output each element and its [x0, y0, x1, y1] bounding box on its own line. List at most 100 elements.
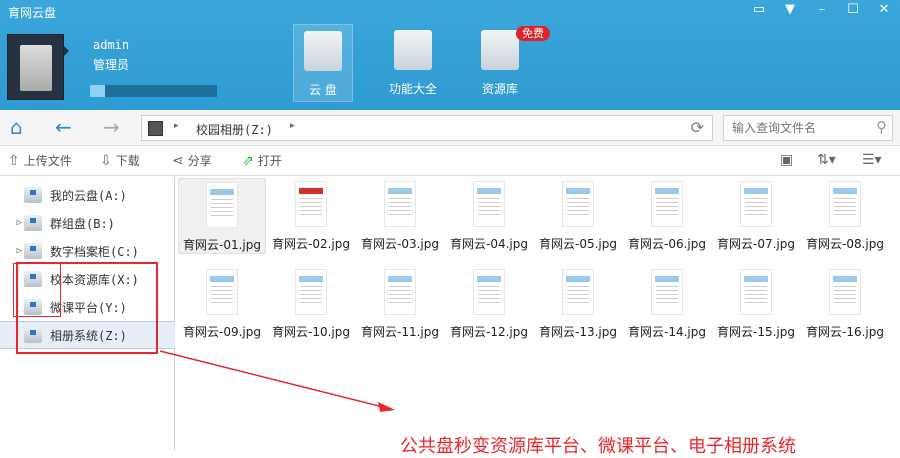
path-current[interactable]: 校园相册(Z:)	[196, 121, 273, 138]
open-button[interactable]: ⇗ 打开	[242, 152, 282, 169]
file-name: 育网云-14.jpg	[628, 325, 706, 339]
navigation-bar: ⌂ ← → ▸ 校园相册(Z:) ▸ ⟳ ⚲	[0, 110, 900, 146]
file-tile[interactable]: 育网云-11.jpg	[356, 266, 444, 342]
file-tile[interactable]: 育网云-08.jpg	[801, 178, 889, 254]
toolbar: ⇧ 上传文件 ⇩ 下载 ⋖ 分享 ⇗ 打开 ▣ ⇅▾ ☰▾	[0, 146, 900, 176]
expand-icon[interactable]: ▷	[0, 218, 24, 228]
file-name: 育网云-08.jpg	[806, 237, 884, 251]
resource-box-icon	[481, 30, 519, 70]
image-thumbnail	[740, 181, 772, 227]
sort-icon[interactable]: ⇅▾	[817, 152, 836, 168]
image-thumbnail	[384, 269, 416, 315]
view-mode-icon[interactable]: ☰▾	[862, 152, 882, 168]
image-thumbnail	[651, 269, 683, 315]
close-icon[interactable]: ✕	[873, 2, 895, 20]
nav-features[interactable]: 功能大全	[383, 24, 443, 102]
file-name: 育网云-02.jpg	[272, 237, 350, 251]
avatar[interactable]	[7, 34, 64, 100]
file-tile[interactable]: 育网云-05.jpg	[534, 178, 622, 254]
file-name: 育网云-04.jpg	[450, 237, 528, 251]
image-thumbnail	[206, 269, 238, 315]
image-thumbnail	[295, 181, 327, 227]
file-name: 育网云-05.jpg	[539, 237, 617, 251]
upload-icon: ⇧	[8, 152, 20, 169]
file-tile[interactable]: 育网云-12.jpg	[445, 266, 533, 342]
nav-label: 资源库	[481, 82, 518, 96]
drive-icon	[24, 243, 42, 259]
file-name: 育网云-15.jpg	[717, 325, 795, 339]
maximize-icon[interactable]: ☐	[842, 2, 864, 20]
avatar-pointer	[64, 46, 69, 56]
share-icon: ⋖	[172, 152, 184, 169]
file-name: 育网云-06.jpg	[628, 237, 706, 251]
file-tile[interactable]: 育网云-14.jpg	[623, 266, 711, 342]
file-tile[interactable]: 育网云-15.jpg	[712, 266, 800, 342]
toolbox-icon	[394, 30, 432, 70]
share-button[interactable]: ⋖ 分享	[172, 152, 212, 169]
file-tile[interactable]: 育网云-07.jpg	[712, 178, 800, 254]
download-button[interactable]: ⇩ 下载	[100, 152, 140, 169]
file-tile[interactable]: 育网云-13.jpg	[534, 266, 622, 342]
search-box[interactable]: ⚲	[723, 115, 893, 141]
annotation-box-small	[13, 263, 61, 317]
minimize-icon[interactable]: –	[811, 2, 833, 20]
quota-bar	[90, 85, 217, 97]
drive-icon	[24, 215, 42, 231]
file-tile[interactable]: 育网云-02.jpg	[267, 178, 355, 254]
file-name: 育网云-10.jpg	[272, 325, 350, 339]
nav-cloud-disk[interactable]: 云 盘	[293, 24, 353, 102]
file-tile[interactable]: 育网云-01.jpg	[178, 178, 266, 254]
sidebar-item[interactable]: ▷ 数字档案柜(C:)	[0, 237, 175, 265]
layout-toggle-icon[interactable]: ▣	[780, 152, 793, 168]
expand-icon[interactable]: ▷	[0, 246, 24, 256]
download-icon: ⇩	[100, 152, 112, 169]
file-name: 育网云-03.jpg	[361, 237, 439, 251]
file-name: 育网云-09.jpg	[183, 325, 261, 339]
image-thumbnail	[295, 269, 327, 315]
sidebar-item[interactable]: ▷ 群组盘(B:)	[0, 209, 175, 237]
path-separator-icon[interactable]: ▸	[174, 121, 179, 131]
username: admin	[93, 38, 130, 52]
drive-icon	[148, 121, 163, 136]
image-thumbnail	[206, 182, 238, 228]
nav-label: 功能大全	[388, 82, 437, 96]
skin-icon[interactable]: ▼	[779, 2, 801, 20]
sidebar-item-label: 我的云盘(A:)	[50, 188, 127, 203]
file-tile[interactable]: 育网云-09.jpg	[178, 266, 266, 342]
home-icon[interactable]: ⌂	[10, 115, 23, 139]
image-thumbnail	[473, 269, 505, 315]
file-tile[interactable]: 育网云-04.jpg	[445, 178, 533, 254]
file-name: 育网云-07.jpg	[717, 237, 795, 251]
open-icon: ⇗	[242, 152, 254, 169]
sidebar-item-label: 群组盘(B:)	[50, 216, 115, 231]
upload-label: 上传文件	[23, 154, 72, 168]
nav-label: 云 盘	[309, 83, 337, 97]
file-grid: 育网云-01.jpg 育网云-02.jpg 育网云-03.jpg 育网云-04.jpg…	[177, 177, 900, 450]
file-tile[interactable]: 育网云-06.jpg	[623, 178, 711, 254]
upload-button[interactable]: ⇧ 上传文件	[8, 152, 72, 169]
forward-icon[interactable]: →	[103, 115, 120, 139]
address-bar[interactable]: ▸ 校园相册(Z:) ▸ ⟳	[141, 115, 713, 141]
file-tile[interactable]: 育网云-10.jpg	[267, 266, 355, 342]
file-name: 育网云-16.jpg	[806, 325, 884, 339]
user-role: 管理员	[93, 58, 130, 72]
app-title: 育网云盘	[8, 6, 57, 20]
header: 育网云盘 ▭ ▼ – ☐ ✕ admin 管理员 云 盘 功能大全 资源库 免费	[0, 0, 900, 110]
search-icon[interactable]: ⚲	[876, 118, 887, 136]
sidebar-item-label: 数字档案柜(C:)	[50, 244, 139, 259]
free-badge: 免费	[516, 26, 550, 41]
sidebar-item[interactable]: 我的云盘(A:)	[0, 181, 175, 209]
open-label: 打开	[257, 154, 282, 168]
feedback-icon[interactable]: ▭	[748, 2, 770, 20]
file-tile[interactable]: 育网云-16.jpg	[801, 266, 889, 342]
refresh-icon[interactable]: ⟳	[691, 118, 704, 137]
back-icon[interactable]: ←	[55, 115, 72, 139]
file-name: 育网云-01.jpg	[183, 238, 261, 252]
image-thumbnail	[829, 269, 861, 315]
path-separator-icon[interactable]: ▸	[290, 121, 295, 131]
file-name: 育网云-13.jpg	[539, 325, 617, 339]
file-tile[interactable]: 育网云-03.jpg	[356, 178, 444, 254]
file-name: 育网云-11.jpg	[361, 325, 439, 339]
search-input[interactable]	[732, 117, 872, 139]
image-thumbnail	[384, 181, 416, 227]
